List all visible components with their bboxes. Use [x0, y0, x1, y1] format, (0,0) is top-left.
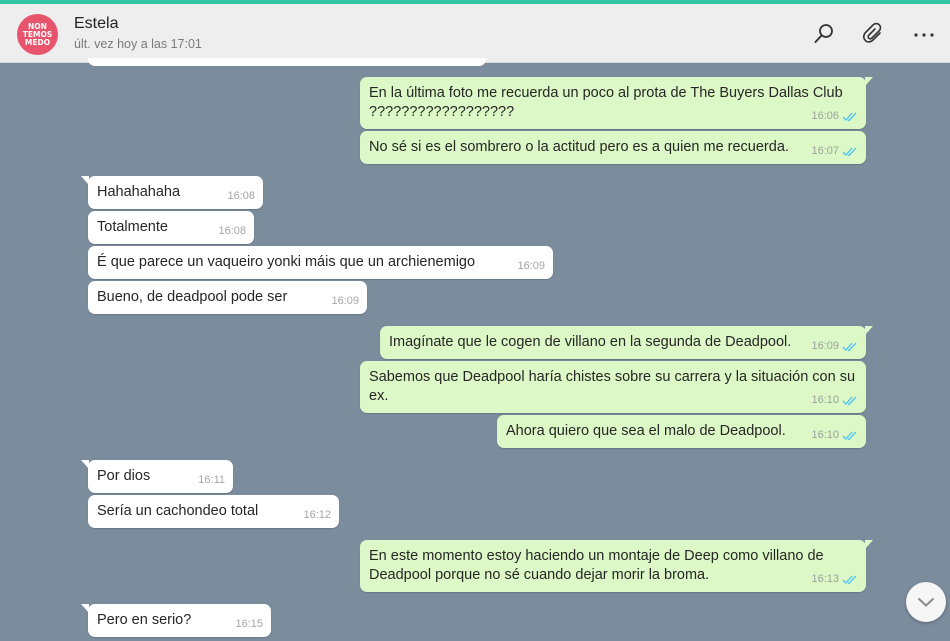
message-text: Sabemos que Deadpool haría chistes sobre…: [369, 369, 856, 404]
chat-header: NON TEMOS MEDO Estela últ. vez hoy a las…: [0, 4, 950, 63]
message-incoming[interactable]: Totalmente 16:08: [88, 211, 254, 244]
bubble-tail: [865, 326, 873, 335]
chat-area[interactable]: En la última foto me recuerda un poco al…: [0, 58, 950, 641]
message-incoming[interactable]: Por dios 16:11: [81, 460, 233, 493]
message-incoming[interactable]: Bueno, de deadpool pode ser 16:09: [88, 281, 367, 314]
message-text: No sé si es el sombrero o la actitud per…: [369, 139, 789, 155]
message-time: 16:12: [303, 509, 331, 521]
chevron-down-icon: [918, 598, 934, 607]
paperclip-icon[interactable]: [862, 22, 886, 46]
message-text: É que parece un vaqueiro yonki máis que …: [97, 254, 476, 270]
message-time: 16:06: [811, 110, 839, 122]
message-text: En este momento estoy haciendo un montaj…: [369, 548, 824, 583]
message-text: Bueno, de deadpool pode ser: [97, 289, 288, 305]
message-time: 16:10: [811, 394, 839, 406]
bubble-tail: [81, 460, 89, 469]
message-outgoing[interactable]: En la última foto me recuerda un poco al…: [360, 77, 873, 129]
message-text: En la última foto me recuerda un poco al…: [369, 85, 843, 120]
message-time: 16:08: [218, 225, 246, 237]
bubble-tail: [81, 176, 89, 185]
double-check-icon: [842, 431, 857, 441]
double-check-icon: [842, 112, 857, 122]
contact-name[interactable]: Estela: [74, 15, 118, 33]
message-outgoing[interactable]: Sabemos que Deadpool haría chistes sobre…: [360, 361, 866, 413]
message-incoming[interactable]: É que parece un vaqueiro yonki máis que …: [88, 246, 553, 279]
message-text: Ahora quiero que sea el malo de Deadpool…: [506, 423, 786, 439]
bubble-tail: [865, 77, 873, 86]
last-seen-status: últ. vez hoy a las 17:01: [74, 37, 202, 51]
message-time: 16:07: [811, 145, 839, 157]
previous-message-fragment: [88, 58, 486, 66]
double-check-icon: [842, 147, 857, 157]
message-incoming[interactable]: Pero en serio? 16:15: [81, 604, 271, 637]
message-time: 16:09: [517, 260, 545, 272]
double-check-icon: [842, 575, 857, 585]
message-time: 16:15: [235, 618, 263, 630]
message-outgoing[interactable]: En este momento estoy haciendo un montaj…: [360, 540, 873, 592]
message-time: 16:08: [227, 190, 255, 202]
message-time: 16:09: [811, 340, 839, 352]
double-check-icon: [842, 396, 857, 406]
message-outgoing[interactable]: Ahora quiero que sea el malo de Deadpool…: [497, 415, 866, 448]
scroll-to-bottom-button[interactable]: [906, 582, 946, 622]
message-time: 16:13: [811, 573, 839, 585]
message-time: 16:09: [331, 295, 359, 307]
message-time: 16:10: [811, 429, 839, 441]
message-outgoing[interactable]: No sé si es el sombrero o la actitud per…: [360, 131, 866, 164]
more-options-icon[interactable]: [912, 22, 936, 46]
message-incoming[interactable]: Sería un cachondeo total 16:12: [88, 495, 339, 528]
bubble-tail: [865, 540, 873, 549]
message-text: Sería un cachondeo total: [97, 503, 259, 519]
avatar[interactable]: NON TEMOS MEDO: [17, 14, 58, 55]
message-outgoing[interactable]: Imagínate que le cogen de villano en la …: [380, 326, 873, 359]
bubble-tail: [81, 604, 89, 613]
message-time: 16:11: [198, 474, 225, 486]
avatar-text: NON TEMOS MEDO: [22, 21, 53, 47]
search-icon[interactable]: [812, 22, 836, 46]
double-check-icon: [842, 342, 857, 352]
message-incoming[interactable]: Hahahahaha 16:08: [81, 176, 263, 209]
message-text: Imagínate que le cogen de villano en la …: [389, 334, 792, 350]
